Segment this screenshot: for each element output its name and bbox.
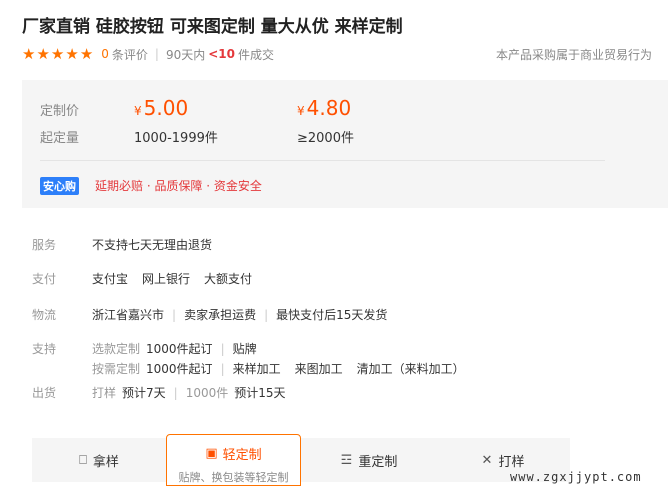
currency-symbol: ¥	[134, 104, 142, 118]
logistics-row: 物流 浙江省嘉兴市 | 卖家承担运费 | 最快支付后15天发货	[32, 306, 652, 323]
currency-symbol: ¥	[297, 104, 305, 118]
shipping-label: 出货	[32, 386, 57, 400]
deal-label: 件成交	[238, 47, 275, 62]
tab-heavy-custom[interactable]: ☲ 重定制	[302, 438, 436, 482]
tools-icon: ✕	[481, 452, 493, 468]
separator: |	[220, 361, 225, 376]
review-label[interactable]: 条评价	[112, 46, 148, 63]
rating-row: ★ ★ ★ ★ ★ 0 条评价 | 90天内 <10 件成交 本产品采购属于商业…	[22, 44, 652, 64]
qty-label: 起定量	[40, 131, 80, 146]
tab-sample[interactable]: ⎕ 拿样	[32, 438, 166, 482]
anxin-badge[interactable]: 安心购	[40, 177, 79, 195]
tier-qty-1: 1000-1999件	[134, 131, 218, 146]
ship-bulk-qty: 1000件	[185, 386, 229, 400]
review-count[interactable]: 0	[101, 47, 109, 61]
divider	[40, 160, 605, 161]
pay-method-large: 大额支付	[204, 272, 253, 286]
ship-origin: 浙江省嘉兴市	[92, 308, 165, 322]
custom-tabs: ⎕ 拿样 ☲ 重定制 ✕ 打样	[32, 438, 570, 482]
tab-light-custom[interactable]: ▣ 轻定制 贴牌、换包装等轻定制	[166, 434, 301, 486]
tier-qty-2: ≥2000件	[297, 131, 354, 146]
watermark: www.zgxjjypt.com	[510, 470, 642, 484]
star-icon: ★	[65, 44, 79, 63]
support-item-sample-processing: 来样加工	[232, 362, 281, 376]
pay-method-bank: 网上银行	[142, 272, 191, 286]
separator: |	[264, 307, 269, 322]
support-item-oem: 贴牌	[232, 342, 257, 356]
payment-row: 支付 支付宝 网上银行 大额支付	[32, 270, 652, 287]
separator: |	[154, 47, 159, 61]
box-icon: ▣	[205, 446, 218, 461]
star-icon: ★	[50, 44, 65, 63]
support-moq-2: 1000件起订	[146, 362, 213, 376]
separator: |	[220, 341, 225, 356]
guarantee-text[interactable]: 延期必赔 · 品质保障 · 资金安全	[95, 177, 262, 194]
support-row-2: 按需定制 1000件起订 | 来样加工 来图加工 清加工（来料加工）	[32, 360, 652, 377]
separator: |	[172, 307, 177, 322]
ship-time: 最快支付后15天发货	[276, 308, 388, 322]
price-label: 定制价	[40, 104, 80, 119]
trade-note: 本产品采购属于商业贸易行为	[495, 47, 652, 62]
support-label: 支持	[32, 342, 57, 356]
separator: |	[173, 385, 178, 400]
tier-price-2: ¥4.80	[297, 96, 352, 120]
logistics-label: 物流	[32, 308, 57, 322]
pay-method-alipay: 支付宝	[92, 272, 129, 286]
star-rating: ★ ★ ★ ★ ★	[22, 44, 94, 63]
star-icon: ★	[36, 44, 50, 63]
star-icon: ★	[79, 44, 94, 63]
service-label: 服务	[32, 238, 57, 252]
price-panel: 定制价 起定量 ¥5.00 1000-1999件 ¥4.80 ≥2000件 安心…	[22, 80, 668, 208]
sliders-icon: ☲	[340, 452, 353, 468]
tab-light-custom-sub: 贴牌、换包装等轻定制	[178, 471, 289, 484]
support-moq-1: 1000件起订	[146, 342, 213, 356]
product-title: 厂家直销 硅胶按钮 可来图定制 量大从优 来样定制	[22, 17, 403, 37]
service-row: 服务 不支持七天无理由退货	[32, 236, 652, 253]
ship-bulk-time: 预计15天	[234, 386, 286, 400]
service-value: 不支持七天无理由退货	[92, 238, 213, 252]
support-item-drawing-processing: 来图加工	[294, 362, 343, 376]
star-icon: ★	[22, 44, 36, 63]
shipping-row: 出货 打样 预计7天 | 1000件 预计15天	[32, 384, 652, 401]
payment-label: 支付	[32, 272, 57, 286]
tier-price-1: ¥5.00	[134, 96, 189, 120]
days-label: 90天内	[165, 47, 206, 62]
support-type-2: 按需定制	[92, 362, 141, 376]
freight-terms: 卖家承担运费	[184, 308, 257, 322]
ship-sample-time: 预计7天	[122, 386, 166, 400]
support-row-1: 支持 选款定制 1000件起订 | 贴牌	[32, 340, 652, 357]
deal-count: <10	[208, 47, 236, 61]
support-item-material-processing: 清加工（来料加工）	[356, 362, 465, 376]
ship-sample-label: 打样	[92, 386, 117, 400]
support-type-1: 选款定制	[92, 342, 141, 356]
sample-icon: ⎕	[79, 452, 87, 468]
